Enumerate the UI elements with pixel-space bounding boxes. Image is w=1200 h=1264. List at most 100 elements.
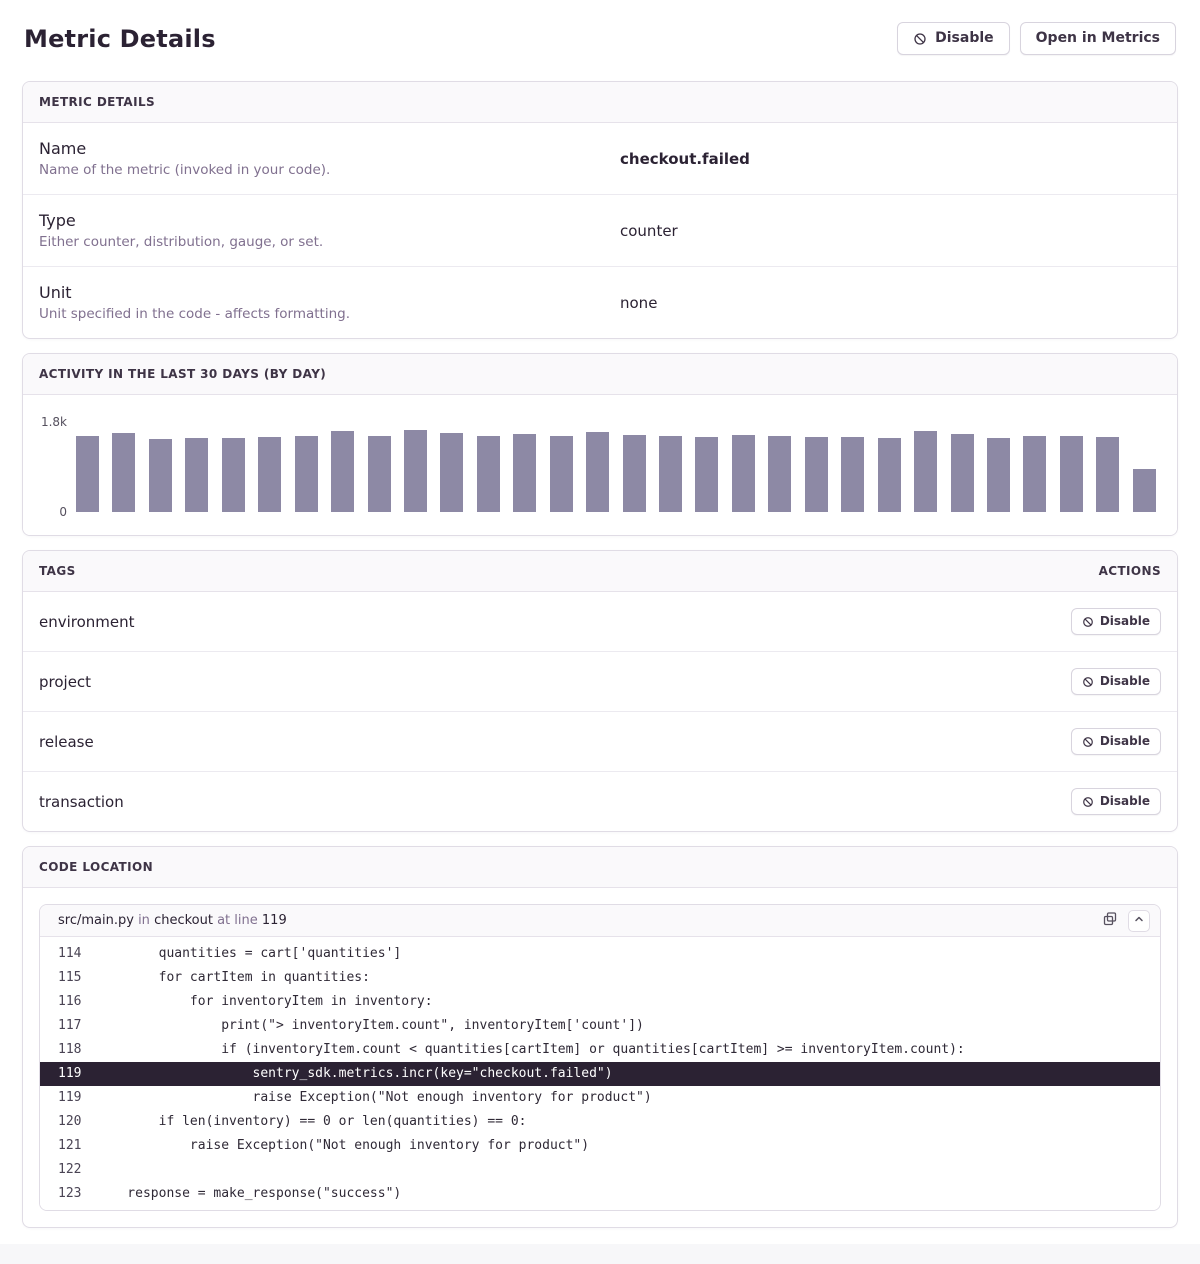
- code-line-text: raise Exception("Not enough inventory fo…: [96, 1086, 652, 1110]
- tag-disable-button[interactable]: Disable: [1071, 668, 1161, 695]
- code-line-text: print("> inventoryItem.count", inventory…: [96, 1014, 644, 1038]
- code-line-text: for inventoryItem in inventory:: [96, 990, 433, 1014]
- code-line: 119 raise Exception("Not enough inventor…: [40, 1086, 1160, 1110]
- code-line: 117 print("> inventoryItem.count", inven…: [40, 1014, 1160, 1038]
- code-line-text: raise Exception("Not enough inventory fo…: [96, 1134, 589, 1158]
- activity-bar: [477, 436, 500, 512]
- activity-bar: [695, 437, 718, 512]
- code-line: 121 raise Exception("Not enough inventor…: [40, 1134, 1160, 1158]
- tag-disable-button-label: Disable: [1100, 673, 1150, 690]
- ban-icon: [913, 32, 927, 46]
- copy-icon: [1102, 911, 1118, 930]
- ban-icon: [1082, 616, 1094, 628]
- activity-bar: [805, 437, 828, 512]
- tag-row: project Disable: [23, 652, 1177, 712]
- tag-disable-button-label: Disable: [1100, 613, 1150, 630]
- metric-detail-description: Unit specified in the code - affects for…: [39, 306, 600, 322]
- activity-bar: [76, 436, 99, 513]
- activity-bar: [550, 436, 573, 513]
- activity-bar: [586, 432, 609, 513]
- tags-rows: environment Disable project Disable rele…: [23, 592, 1177, 831]
- activity-bar: [659, 436, 682, 513]
- activity-bar: [623, 435, 646, 513]
- metric-details-page: Metric Details Disable Open in Metrics M…: [0, 0, 1200, 1244]
- copy-button[interactable]: [1100, 909, 1120, 932]
- code-line: 118 if (inventoryItem.count < quantities…: [40, 1038, 1160, 1062]
- code-line-number: 118: [40, 1038, 96, 1062]
- code-line-number: 121: [40, 1134, 96, 1158]
- open-in-metrics-button-label: Open in Metrics: [1036, 30, 1160, 47]
- metric-detail-description: Either counter, distribution, gauge, or …: [39, 234, 600, 250]
- code-location-panel-header: CODE LOCATION: [23, 847, 1177, 888]
- code-line: 116 for inventoryItem in inventory:: [40, 990, 1160, 1014]
- activity-chart: 1.8k 0: [23, 395, 1177, 535]
- tags-panel-header: TAGS ACTIONS: [23, 551, 1177, 592]
- code-line-text: response = make_response("success"): [96, 1182, 401, 1206]
- activity-bar: [258, 437, 281, 512]
- metric-detail-label: Type: [39, 211, 600, 230]
- code-line-text: quantities = cart['quantities']: [96, 942, 401, 966]
- ban-icon: [1082, 736, 1094, 748]
- page-header: Metric Details Disable Open in Metrics: [24, 22, 1176, 55]
- metric-detail-row-left: Unit Unit specified in the code - affect…: [39, 283, 600, 322]
- y-axis-max-label: 1.8k: [23, 415, 67, 429]
- code-line: 120 if len(inventory) == 0 or len(quanti…: [40, 1110, 1160, 1134]
- activity-bar: [149, 439, 172, 513]
- code-line-text: if len(inventory) == 0 or len(quantities…: [96, 1110, 526, 1134]
- code-line-number: 119: [40, 1086, 96, 1110]
- activity-bar: [513, 434, 536, 513]
- code-line: 115 for cartItem in quantities:: [40, 966, 1160, 990]
- activity-bar: [368, 436, 391, 513]
- code-line-text: if (inventoryItem.count < quantities[car…: [96, 1038, 965, 1062]
- activity-bar: [914, 431, 937, 512]
- code-in-word: in: [138, 913, 150, 928]
- activity-bar: [222, 438, 245, 513]
- code-line-number: 114: [40, 942, 96, 966]
- code-line-number: 115: [40, 966, 96, 990]
- code-frame: src/main.py in checkout at line 119: [39, 904, 1161, 1211]
- code-line: 114 quantities = cart['quantities']: [40, 942, 1160, 966]
- open-in-metrics-button[interactable]: Open in Metrics: [1020, 22, 1176, 55]
- activity-bar-chart: [76, 422, 1156, 512]
- metric-details-panel-header: METRIC DETAILS: [23, 82, 1177, 123]
- code-at-line-words: at line: [217, 913, 258, 928]
- code-frame-header: src/main.py in checkout at line 119: [40, 905, 1160, 937]
- code-line-number: 117: [40, 1014, 96, 1038]
- metric-detail-row-left: Name Name of the metric (invoked in your…: [39, 139, 600, 178]
- code-line-number: 122: [40, 1158, 96, 1182]
- activity-bar: [1023, 436, 1046, 513]
- collapse-button[interactable]: [1128, 910, 1150, 932]
- metric-details-rows: Name Name of the metric (invoked in your…: [23, 123, 1177, 338]
- disable-button-label: Disable: [935, 30, 994, 47]
- activity-bar: [841, 437, 864, 512]
- ban-icon: [1082, 796, 1094, 808]
- activity-panel-header: ACTIVITY IN THE LAST 30 DAYS (BY DAY): [23, 354, 1177, 395]
- tags-panel-title: TAGS: [39, 564, 76, 578]
- tag-disable-button[interactable]: Disable: [1071, 728, 1161, 755]
- tag-disable-button-label: Disable: [1100, 733, 1150, 750]
- metric-detail-label: Name: [39, 139, 600, 158]
- code-line-number: 120: [40, 1110, 96, 1134]
- tag-row: release Disable: [23, 712, 1177, 772]
- activity-bar: [732, 435, 755, 513]
- metric-details-panel-title: METRIC DETAILS: [39, 95, 155, 109]
- code-line: 123 response = make_response("success"): [40, 1182, 1160, 1206]
- metric-detail-value: counter: [600, 222, 1161, 240]
- code-location-panel-title: CODE LOCATION: [39, 860, 153, 874]
- tags-actions-column-header: ACTIONS: [1099, 564, 1161, 578]
- metric-detail-row-left: Type Either counter, distribution, gauge…: [39, 211, 600, 250]
- activity-bar: [951, 434, 974, 513]
- tag-disable-button[interactable]: Disable: [1071, 608, 1161, 635]
- activity-bar: [768, 436, 791, 513]
- code-line: 122: [40, 1158, 1160, 1182]
- metric-details-panel: METRIC DETAILS Name Name of the metric (…: [22, 81, 1178, 339]
- page-bottom-strip: [0, 1244, 1200, 1264]
- metric-detail-value: none: [600, 294, 1161, 312]
- tag-disable-button[interactable]: Disable: [1071, 788, 1161, 815]
- disable-button[interactable]: Disable: [897, 22, 1010, 55]
- code-location-body: src/main.py in checkout at line 119: [23, 888, 1177, 1227]
- activity-panel: ACTIVITY IN THE LAST 30 DAYS (BY DAY) 1.…: [22, 353, 1178, 536]
- activity-bar: [185, 438, 208, 512]
- activity-bar: [1096, 437, 1119, 512]
- tag-name: project: [39, 673, 91, 691]
